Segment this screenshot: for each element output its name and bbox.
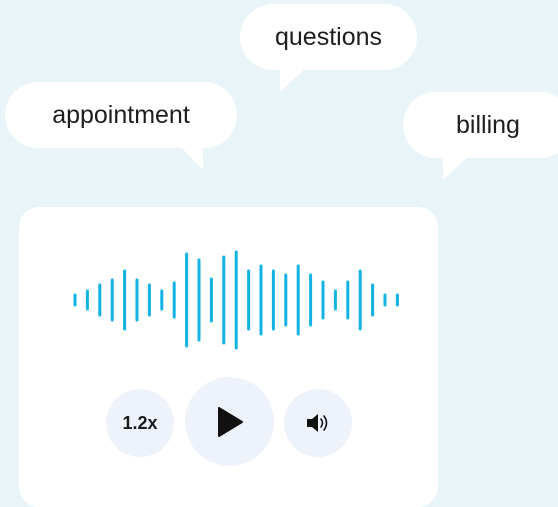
bubble-tail xyxy=(180,146,203,170)
bubble-appointment-text: appointment xyxy=(52,100,190,129)
playback-speed-label: 1.2x xyxy=(122,412,158,433)
bubble-billing: billing xyxy=(403,92,558,180)
audio-player-card: 1.2x xyxy=(19,207,438,507)
volume-button[interactable] xyxy=(284,389,352,457)
playback-speed-button[interactable]: 1.2x xyxy=(106,389,174,457)
volume-icon xyxy=(307,414,328,432)
play-button[interactable] xyxy=(185,377,274,466)
bubble-appointment: appointment xyxy=(5,82,237,170)
bubble-tail xyxy=(280,68,306,92)
bubble-billing-text: billing xyxy=(456,110,520,139)
audio-waveform-icon xyxy=(73,250,399,350)
play-icon xyxy=(217,406,243,437)
bubble-questions-text: questions xyxy=(274,22,383,51)
bubble-questions: questions xyxy=(240,4,417,92)
bubble-tail xyxy=(443,156,469,180)
